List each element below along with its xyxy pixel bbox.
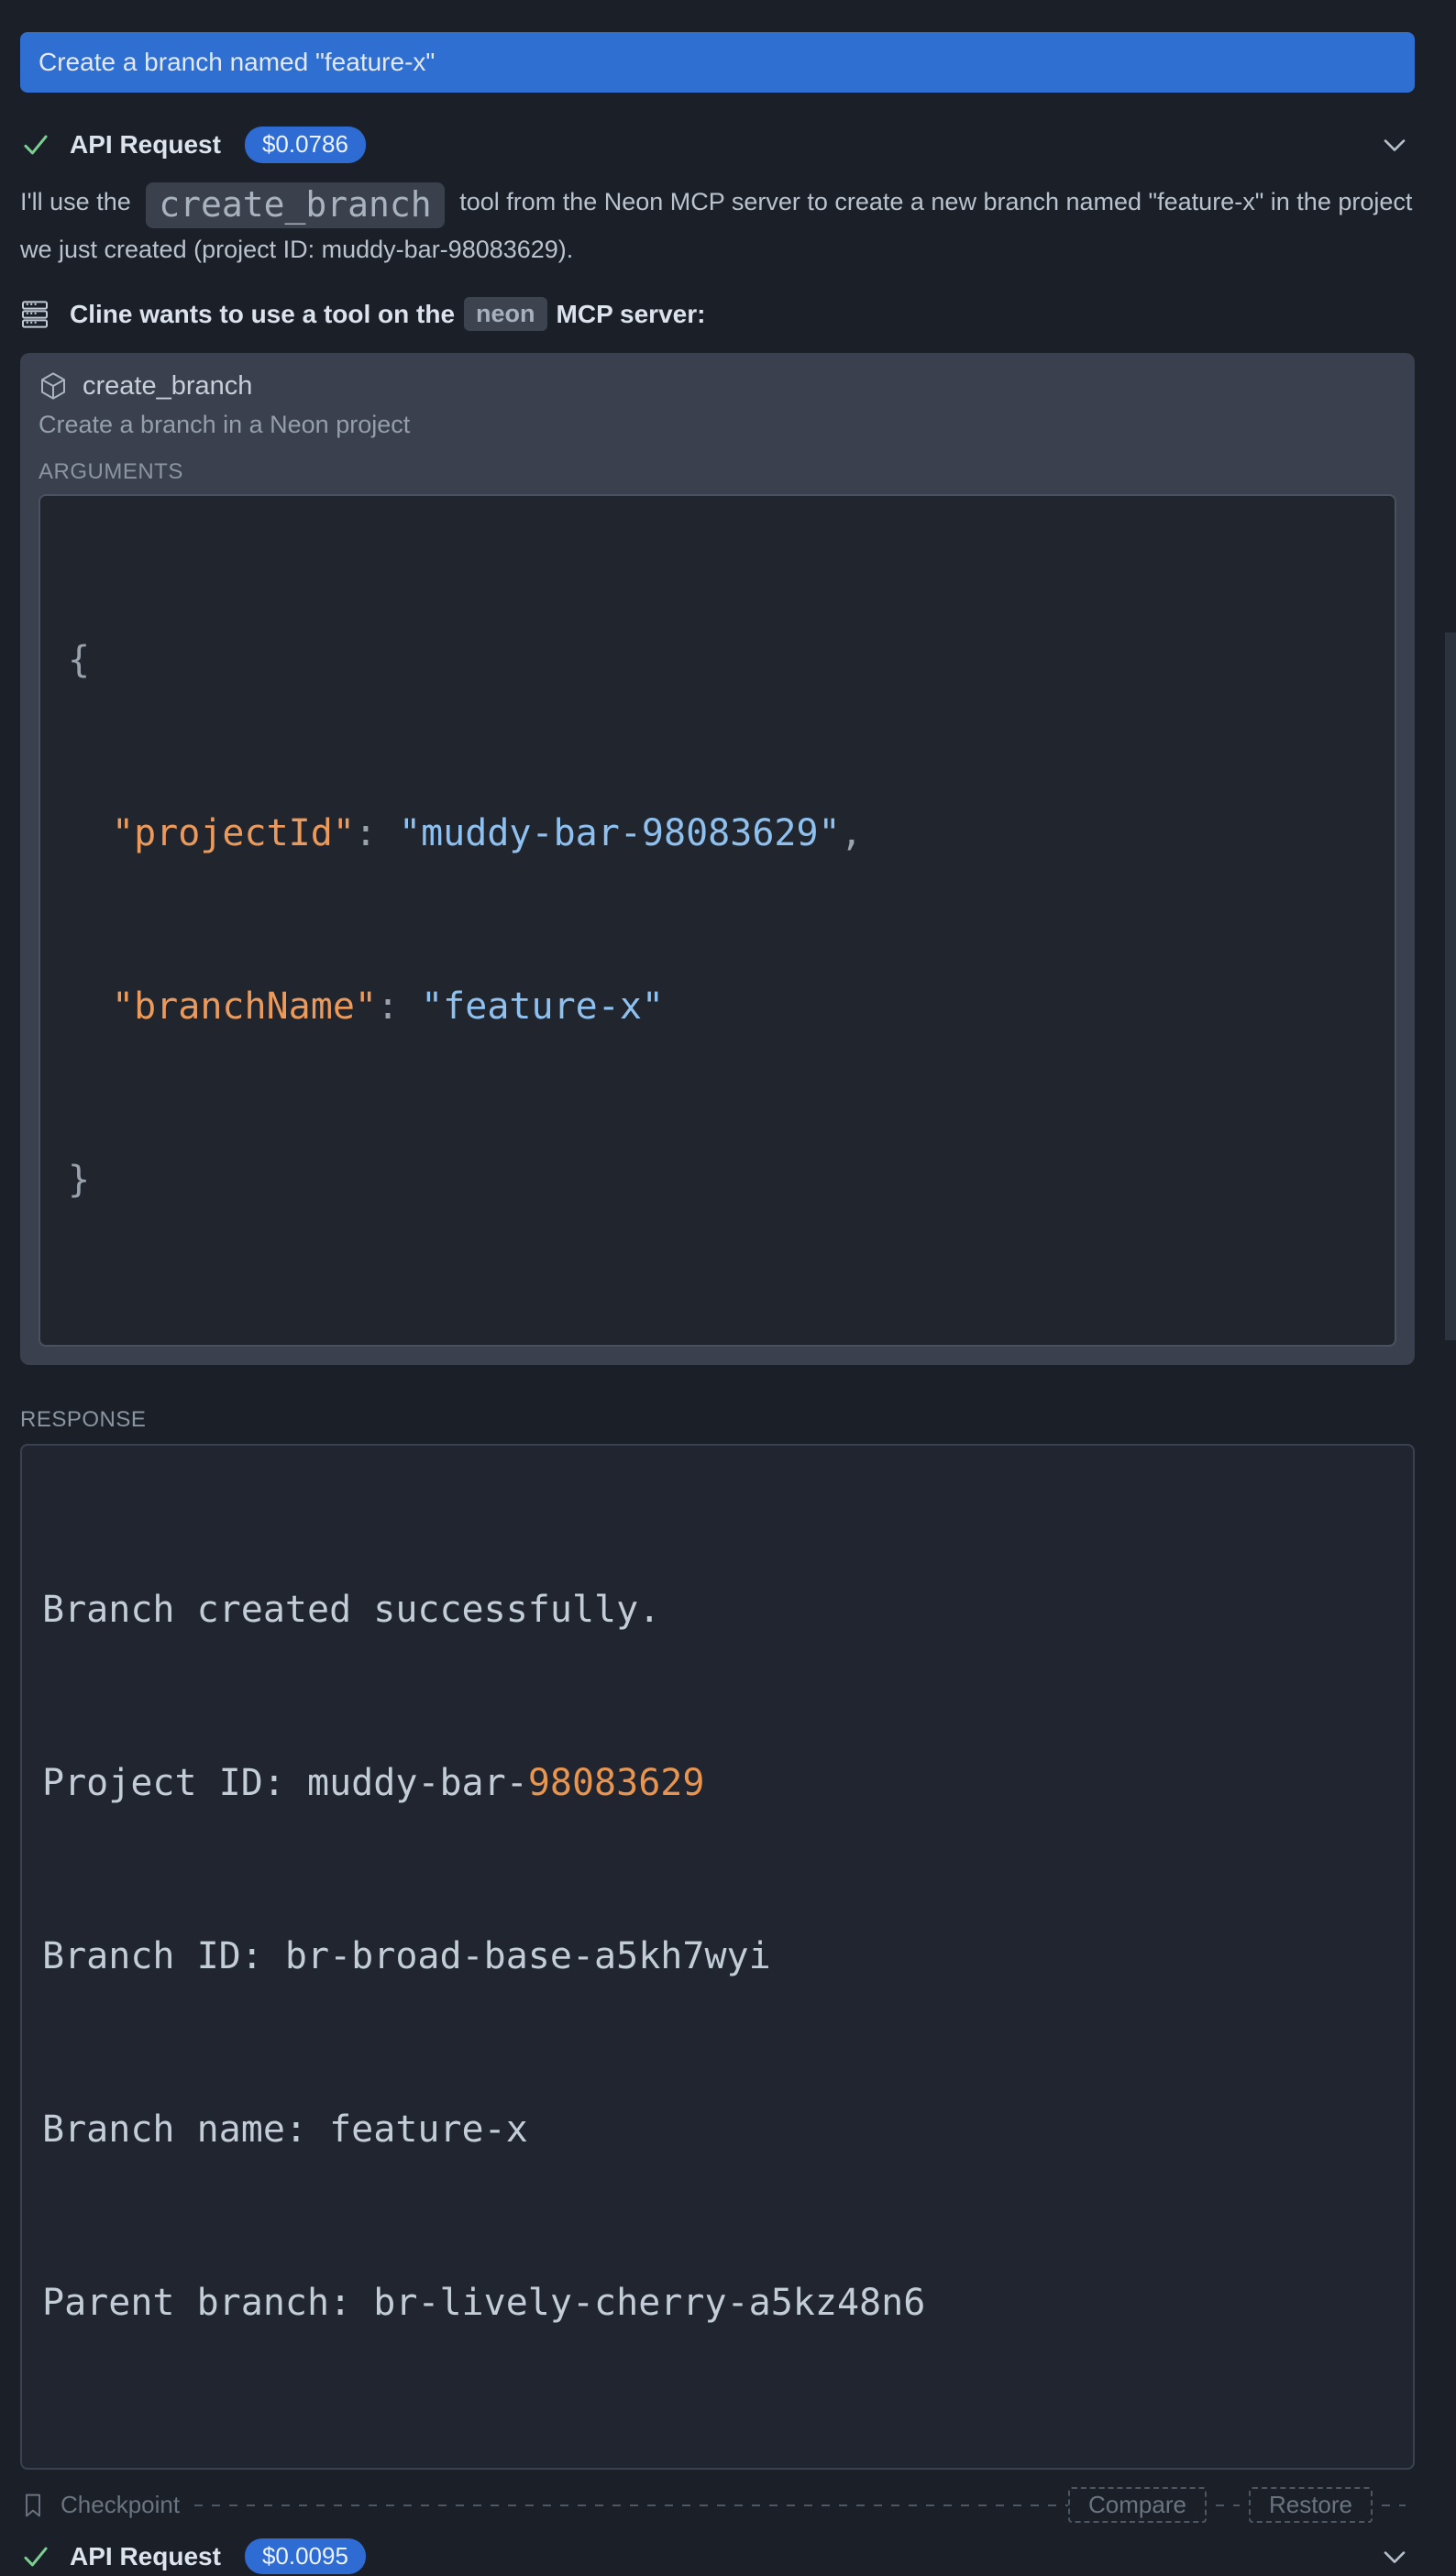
response-box: Branch created successfully. Project ID:… [20, 1444, 1415, 2470]
bookmark-icon [20, 2493, 46, 2518]
tool-description: Create a branch in a Neon project [39, 411, 1396, 439]
tool-title-row: create_branch [39, 371, 1396, 402]
code-close-brace: } [68, 1159, 90, 1201]
tool-use-heading: Cline wants to use a tool on the neon MC… [20, 294, 1415, 335]
package-icon [39, 371, 68, 401]
response-project-prefix: Project ID: muddy-bar- [42, 1762, 528, 1804]
code-value-branchName: "feature-x" [421, 985, 664, 1028]
checkpoint-divider [1216, 2504, 1240, 2506]
inline-code-chip: create_branch [146, 182, 444, 228]
code-line: } [68, 1151, 1367, 1209]
compare-button[interactable]: Compare [1068, 2487, 1207, 2523]
code-line: "branchName": "feature-x" [68, 978, 1367, 1036]
checkpoint-divider [1382, 2504, 1406, 2506]
code-open-brace: { [68, 639, 90, 681]
response-line-project: Project ID: muddy-bar-98083629 [42, 1755, 1393, 1812]
response-line-branch-name: Branch name: feature-x [42, 2101, 1393, 2159]
response-line-branch-id: Branch ID: br-broad-base-a5kh7wyi [42, 1928, 1393, 1986]
mcp-server-badge: neon [464, 297, 547, 331]
checkpoint-label: Checkpoint [61, 2491, 180, 2519]
response-project-number: 98083629 [528, 1762, 705, 1804]
response-line-parent-branch: Parent branch: br-lively-cherry-a5kz48n6 [42, 2274, 1393, 2332]
chevron-down-icon[interactable] [1380, 130, 1409, 160]
checkpoint-row: Checkpoint Compare Restore [20, 2490, 1415, 2521]
user-message-banner: Create a branch named "feature-x" [20, 32, 1415, 93]
api-request-label: API Request [70, 2542, 221, 2571]
api-request-row: API Request $0.0095 [20, 2537, 1415, 2576]
chevron-down-icon[interactable] [1380, 2542, 1409, 2571]
chat-transcript: Create a branch named "feature-x" API Re… [20, 0, 1415, 2576]
tool-heading-before: Cline wants to use a tool on the [70, 300, 455, 329]
server-icon [20, 300, 50, 329]
api-cost-badge: $0.0786 [245, 127, 366, 162]
assistant-message: I'll use the create_branch tool from the… [20, 181, 1415, 270]
code-line: { [68, 632, 1367, 689]
tool-call-card: create_branch Create a branch in a Neon … [20, 353, 1415, 1365]
code-line: "projectId": "muddy-bar-98083629", [68, 805, 1367, 863]
code-colon: : [355, 812, 377, 854]
arguments-label: ARGUMENTS [39, 459, 1396, 485]
code-colon: : [377, 985, 399, 1028]
code-key-projectId: "projectId" [112, 812, 355, 854]
restore-button[interactable]: Restore [1249, 2487, 1373, 2523]
arguments-code-block: { "projectId": "muddy-bar-98083629", "bra… [39, 494, 1396, 1347]
check-icon [20, 129, 51, 160]
response-line-success: Branch created successfully. [42, 1581, 1393, 1639]
api-request-row: API Request $0.0786 [20, 126, 1415, 164]
assistant-text-before: I'll use the [20, 188, 131, 215]
tool-heading-after: MCP server: [557, 300, 706, 329]
code-key-branchName: "branchName" [112, 985, 377, 1028]
tool-name: create_branch [83, 371, 252, 402]
code-comma: , [841, 812, 863, 854]
code-value-projectId: "muddy-bar-98083629" [399, 812, 841, 854]
check-icon [20, 2541, 51, 2572]
user-message-text: Create a branch named "feature-x" [39, 48, 435, 77]
checkpoint-divider [194, 2504, 1068, 2506]
api-cost-badge: $0.0095 [245, 2538, 366, 2574]
response-label: RESPONSE [20, 1407, 1415, 1433]
api-request-label: API Request [70, 130, 221, 160]
scrollbar-thumb[interactable] [1445, 633, 1456, 1340]
